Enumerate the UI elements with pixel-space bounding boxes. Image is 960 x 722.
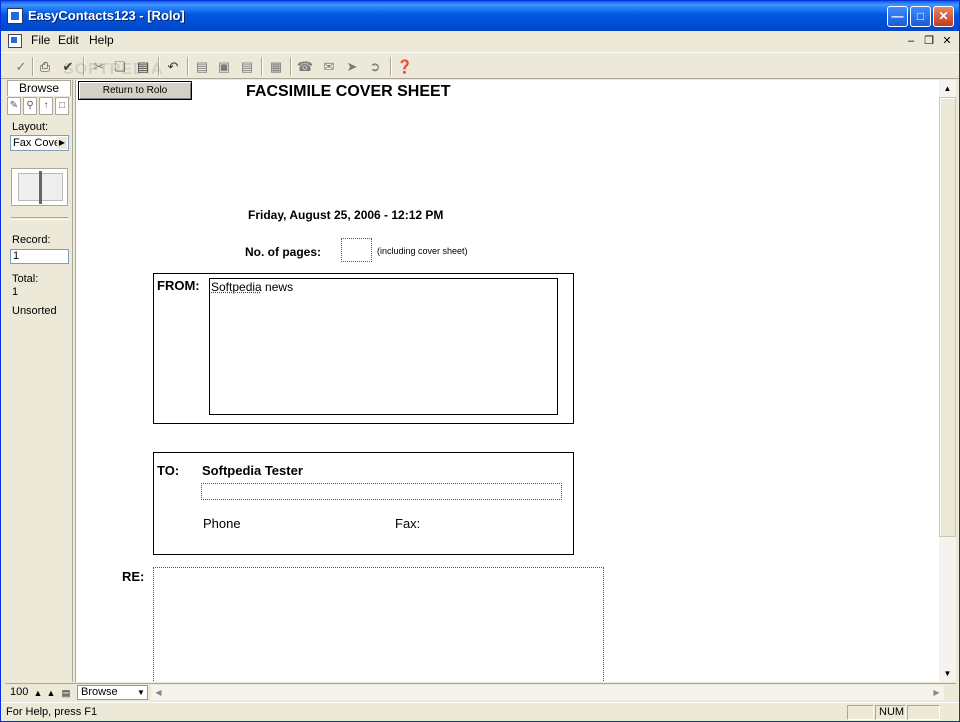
zoom-out-icon[interactable]: ▲ <box>32 687 44 699</box>
find-mode-icon[interactable]: ⚲ <box>23 97 37 115</box>
fax-label: Fax: <box>395 516 421 531</box>
mdi-restore-icon[interactable]: ❐ <box>922 34 936 48</box>
close-button[interactable]: ✕ <box>933 6 954 27</box>
from-label: FROM: <box>157 278 200 293</box>
status-area: Browse ✎ ⚲ ↑ □ Layout: Fax Cover ▶ Recor… <box>5 80 73 682</box>
total-label: Total: <box>12 273 39 285</box>
help-icon[interactable]: ❓ <box>395 57 415 76</box>
record-number-input[interactable]: 1 <box>10 249 69 264</box>
to-company-field[interactable] <box>201 483 562 500</box>
maximize-button[interactable]: □ <box>910 6 931 27</box>
to-section: TO: Softpedia Tester Phone Fax: <box>153 452 574 555</box>
toolbar-separator <box>187 57 189 76</box>
scroll-left-icon[interactable]: ◀ <box>151 685 166 700</box>
vertical-scroll-thumb[interactable] <box>939 97 956 537</box>
re-label: RE: <box>122 569 145 584</box>
scroll-right-icon[interactable]: ▶ <box>929 685 944 700</box>
pages-label: No. of pages: <box>245 245 322 259</box>
layout-select[interactable]: Fax Cover ▶ <box>10 135 69 151</box>
next-page-icon[interactable] <box>41 173 63 201</box>
record-label: Record: <box>12 234 51 246</box>
mode-tools: ✎ ⚲ ↑ □ <box>7 97 71 115</box>
toolbar-separator <box>32 57 34 76</box>
document-icon[interactable] <box>8 34 22 48</box>
application-window: EasyContacts123 - [Rolo] — □ ✕ File Edit… <box>0 0 960 722</box>
num-lock-indicator: NUM <box>875 705 906 720</box>
horizontal-scrollbar[interactable]: ◀ ▶ <box>151 685 944 700</box>
chevron-right-icon[interactable]: ▶ <box>57 137 67 149</box>
forward-icon[interactable]: ➲ <box>365 57 385 76</box>
print-icon[interactable]: ⎙ <box>35 57 55 76</box>
to-label: TO: <box>157 463 180 478</box>
chevron-down-icon[interactable]: ▼ <box>136 686 146 699</box>
vertical-scrollbar[interactable]: ▲ ▼ <box>939 80 956 682</box>
mdi-minimize-icon[interactable]: – <box>904 34 918 48</box>
total-value: 1 <box>12 286 19 298</box>
date-field: Friday, August 25, 2006 - 12:12 PM <box>248 208 444 222</box>
find-icon[interactable]: ▦ <box>266 57 286 76</box>
page-title: FACSIMILE COVER SHEET <box>246 83 451 100</box>
status-area-toggle-icon[interactable]: ▤ <box>60 687 72 699</box>
re-field[interactable] <box>153 567 604 682</box>
book-spine <box>39 171 42 204</box>
from-section: FROM: Softpedia news <box>153 273 574 424</box>
checkmark-icon[interactable]: ✓ <box>11 57 31 76</box>
toolbar-separator <box>290 57 292 76</box>
page-icon[interactable]: □ <box>55 97 69 115</box>
scroll-down-icon[interactable]: ▼ <box>939 665 956 682</box>
title-bar[interactable]: EasyContacts123 - [Rolo] — □ ✕ <box>1 1 959 31</box>
return-to-rolo-button[interactable]: Return to Rolo <box>78 81 192 100</box>
previous-page-icon[interactable] <box>18 173 40 201</box>
status-help-text: For Help, press F1 <box>6 706 98 718</box>
status-panel-empty <box>907 705 940 720</box>
from-field[interactable]: Softpedia news <box>209 278 558 415</box>
mode-select-value: Browse <box>81 686 118 698</box>
status-bar: For Help, press F1 NUM <box>1 702 959 721</box>
delete-record-icon[interactable]: ▤ <box>237 57 257 76</box>
paperclip-icon[interactable]: ✎ <box>7 97 21 115</box>
from-value-word2: news <box>261 280 294 294</box>
toolbar-separator <box>261 57 263 76</box>
mode-select[interactable]: Browse ▼ <box>77 685 148 700</box>
menu-help[interactable]: Help <box>87 33 116 47</box>
phone-label: Phone <box>203 516 241 531</box>
status-panel-empty <box>847 705 874 720</box>
document-area: Return to Rolo FACSIMILE COVER SHEET Fri… <box>75 80 939 682</box>
sort-status: Unsorted <box>12 305 57 317</box>
mode-tab-browse[interactable]: Browse <box>7 80 71 96</box>
record-book-icon[interactable] <box>11 168 68 206</box>
minimize-button[interactable]: — <box>887 6 908 27</box>
undo-icon[interactable]: ↶ <box>163 57 183 76</box>
app-icon[interactable] <box>7 8 23 24</box>
toolbar-separator <box>390 57 392 76</box>
dial-icon[interactable]: ☎ <box>295 57 315 76</box>
window-title: EasyContacts123 - [Rolo] <box>28 8 185 23</box>
menu-edit[interactable]: Edit <box>56 33 81 47</box>
to-name: Softpedia Tester <box>202 463 303 478</box>
mdi-close-icon[interactable]: ✕ <box>940 34 954 48</box>
sort-icon[interactable]: ↑ <box>39 97 53 115</box>
zoom-level: 100 <box>10 686 29 698</box>
duplicate-record-icon[interactable]: ▣ <box>214 57 234 76</box>
scroll-up-icon[interactable]: ▲ <box>939 80 956 97</box>
record-slider[interactable] <box>11 217 68 220</box>
pages-note: (including cover sheet) <box>377 246 468 256</box>
zoom-in-icon[interactable]: ▲ <box>45 687 57 699</box>
from-value-word1: Softpedia <box>211 280 262 294</box>
watermark: SOFTPEDIA <box>63 61 164 78</box>
menu-bar: File Edit Help – ❐ ✕ <box>1 31 959 51</box>
email-icon[interactable]: ✉ <box>319 57 339 76</box>
pages-input[interactable] <box>341 238 372 262</box>
bottom-bar: 100 ▲ ▲ ▤ Browse ▼ ◀ ▶ <box>5 683 956 701</box>
new-record-icon[interactable]: ▤ <box>192 57 212 76</box>
layout-label: Layout: <box>12 121 49 133</box>
menu-file[interactable]: File <box>29 33 52 47</box>
send-icon[interactable]: ➤ <box>342 57 362 76</box>
